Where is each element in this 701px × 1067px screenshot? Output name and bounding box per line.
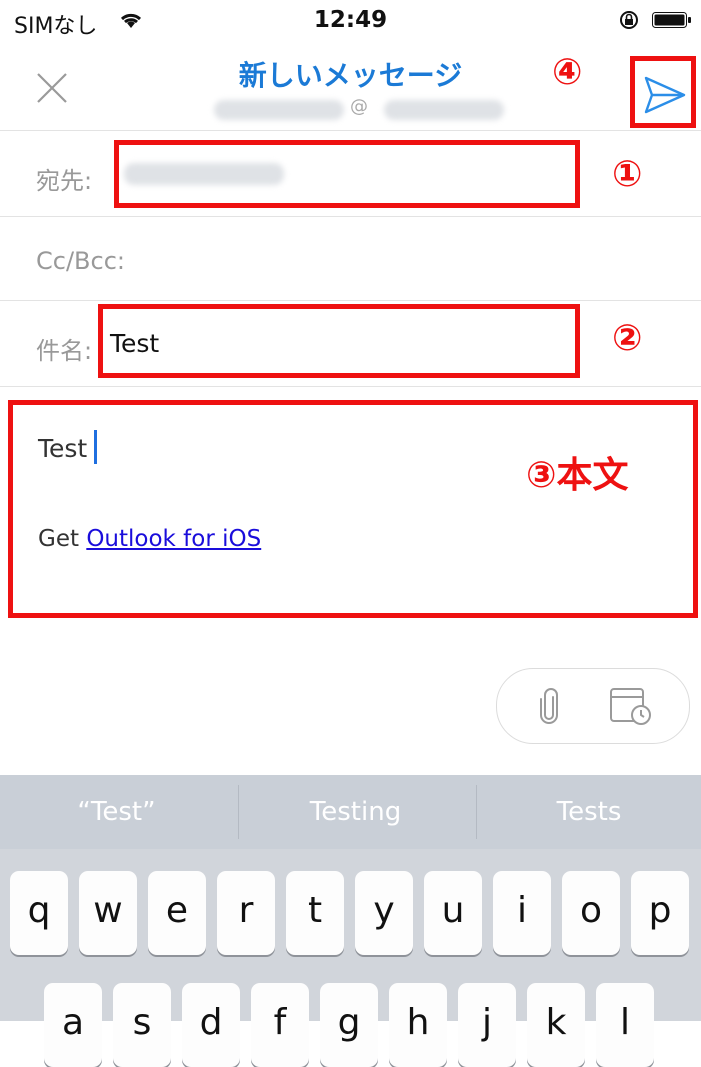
calendar-clock-icon (610, 688, 651, 725)
key-e[interactable]: e (148, 871, 206, 955)
key-s[interactable]: s (113, 983, 171, 1067)
to-label: 宛先: (36, 167, 93, 195)
annotation-to-box (114, 140, 580, 208)
key-a[interactable]: a (44, 983, 102, 1067)
subject-label: 件名: (36, 337, 93, 365)
page-title: 新しいメッセージ (238, 59, 463, 92)
compose-tools (496, 668, 690, 744)
annotation-body: ③本文 (526, 455, 629, 496)
suggestion-3[interactable]: Tests (477, 775, 701, 849)
key-j[interactable]: j (458, 983, 516, 1067)
key-y[interactable]: y (355, 871, 413, 955)
key-h[interactable]: h (389, 983, 447, 1067)
rotation-lock-icon (618, 10, 640, 30)
key-d[interactable]: d (182, 983, 240, 1067)
key-r[interactable]: r (217, 871, 275, 955)
key-p[interactable]: p (631, 871, 689, 955)
key-o[interactable]: o (562, 871, 620, 955)
suggestion-2[interactable]: Testing (239, 775, 472, 849)
keyboard: q w e r t y u i o p a s d f g h j k l (0, 849, 701, 1067)
predictive-bar: “Test” Testing Tests (0, 775, 701, 849)
clock: 12:49 (313, 7, 388, 33)
annotation-body-box (8, 400, 698, 618)
attachment-button[interactable] (537, 687, 561, 731)
status-bar: SIMなし 12:49 (0, 0, 701, 40)
account-selector[interactable]: @ (200, 96, 530, 124)
key-t[interactable]: t (286, 871, 344, 955)
annotation-to: ① (612, 154, 643, 195)
paperclip-icon (540, 688, 558, 724)
annotation-subject-box (98, 304, 580, 378)
send-button[interactable] (630, 56, 696, 128)
key-l[interactable]: l (596, 983, 654, 1067)
schedule-button[interactable] (609, 685, 653, 731)
cc-bcc-field[interactable]: Cc/Bcc: (0, 216, 701, 301)
key-g[interactable]: g (320, 983, 378, 1067)
cc-bcc-label: Cc/Bcc: (36, 247, 125, 275)
send-icon (644, 76, 686, 114)
key-u[interactable]: u (424, 871, 482, 955)
key-f[interactable]: f (251, 983, 309, 1067)
battery-icon (652, 12, 692, 28)
annotation-subject: ② (612, 318, 643, 359)
key-q[interactable]: q (10, 871, 68, 955)
key-w[interactable]: w (79, 871, 137, 955)
annotation-send: ④ (552, 52, 583, 93)
key-k[interactable]: k (527, 983, 585, 1067)
account-at-sign: @ (350, 96, 368, 117)
key-i[interactable]: i (493, 871, 551, 955)
suggestion-1[interactable]: “Test” (0, 775, 233, 849)
